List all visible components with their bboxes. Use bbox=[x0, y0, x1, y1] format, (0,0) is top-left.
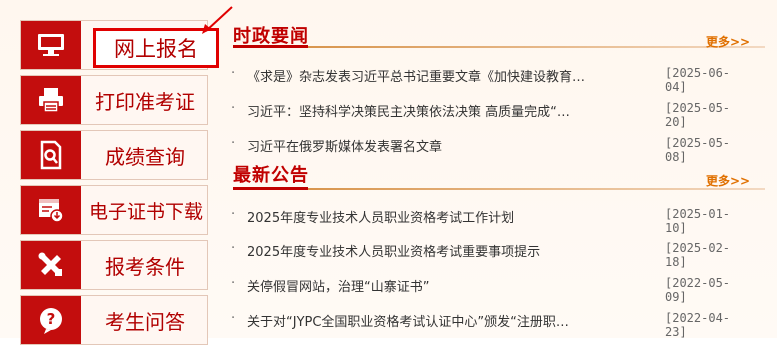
bullet: · bbox=[231, 276, 236, 291]
menu-label-candidate-qa: 考生问答 bbox=[105, 309, 185, 334]
bullet: · bbox=[231, 101, 236, 116]
news-date: [2025-05-20] bbox=[665, 101, 731, 129]
notice-row[interactable]: · 2025年度专业技术人员职业资格考试工作计划 [2025-01-10] bbox=[231, 207, 751, 235]
section-title-notices: 最新公告 bbox=[233, 165, 309, 186]
menu-item-print-admission-ticket[interactable]: 打印准考证 bbox=[20, 75, 208, 125]
menu-label-score-query: 成绩查询 bbox=[105, 144, 185, 169]
news-row[interactable]: · 习近平在俄罗斯媒体发表署名文章 [2025-05-08] bbox=[231, 136, 751, 164]
menu-item-application-requirements[interactable]: 报考条件 bbox=[20, 240, 208, 290]
monitor-icon bbox=[21, 21, 81, 69]
news-date: [2025-05-08] bbox=[665, 136, 731, 164]
news-title[interactable]: 习近平：坚持科学决策民主决策依法决策 高质量完成“… bbox=[247, 101, 667, 120]
menu-item-score-query[interactable]: 成绩查询 bbox=[20, 130, 208, 180]
menu-item-certificate-download[interactable]: 电子证书下载 bbox=[20, 185, 208, 235]
notice-title[interactable]: 关停假冒网站，治理“山寨证书” bbox=[247, 276, 667, 295]
more-link-notices[interactable]: 更多>> bbox=[706, 172, 750, 189]
news-date: [2025-06-04] bbox=[665, 66, 731, 94]
menu-label-print-admission-ticket: 打印准考证 bbox=[95, 89, 195, 114]
certificate-download-icon bbox=[21, 186, 81, 234]
menu-item-online-registration[interactable]: 网上报名 bbox=[20, 20, 219, 70]
news-row[interactable]: · 《求是》杂志发表习近平总书记重要文章《加快建设教育… [2025-06-04… bbox=[231, 66, 751, 94]
svg-text:?: ? bbox=[47, 310, 56, 328]
section-divider-politics bbox=[233, 46, 765, 48]
menu-label-certificate-download: 电子证书下载 bbox=[88, 200, 203, 223]
section-title-underline-politics bbox=[233, 45, 308, 48]
news-title[interactable]: 《求是》杂志发表习近平总书记重要文章《加快建设教育… bbox=[247, 66, 667, 85]
section-divider-notices bbox=[233, 188, 765, 190]
annotation-arrow-icon bbox=[202, 6, 233, 34]
bullet: · bbox=[231, 207, 236, 222]
question-icon: ? bbox=[21, 296, 81, 344]
bullet: · bbox=[231, 136, 236, 151]
tools-icon bbox=[21, 241, 81, 289]
notice-date: [2022-05-09] bbox=[665, 276, 731, 304]
notice-date: [2025-02-18] bbox=[665, 241, 731, 269]
news-row[interactable]: · 习近平：坚持科学决策民主决策依法决策 高质量完成“… [2025-05-20… bbox=[231, 101, 751, 129]
bullet: · bbox=[231, 311, 236, 326]
notice-title[interactable]: 2025年度专业技术人员职业资格考试工作计划 bbox=[247, 207, 667, 226]
news-title[interactable]: 习近平在俄罗斯媒体发表署名文章 bbox=[247, 136, 667, 155]
notice-date: [2025-01-10] bbox=[665, 207, 731, 235]
bullet: · bbox=[231, 66, 236, 81]
notice-row[interactable]: · 关停假冒网站，治理“山寨证书” [2022-05-09] bbox=[231, 276, 751, 304]
document-search-icon bbox=[21, 131, 81, 179]
notice-title[interactable]: 关于对“JYPC全国职业资格考试认证中心”颁发“注册职… bbox=[247, 311, 667, 330]
menu-label-online-registration: 网上报名 bbox=[114, 37, 198, 61]
menu-label-application-requirements: 报考条件 bbox=[105, 254, 185, 279]
notice-row[interactable]: · 2025年度专业技术人员职业资格考试重要事项提示 [2025-02-18] bbox=[231, 241, 751, 269]
notice-title[interactable]: 2025年度专业技术人员职业资格考试重要事项提示 bbox=[247, 241, 667, 260]
notice-date: [2022-04-23] bbox=[665, 311, 731, 339]
printer-icon bbox=[21, 76, 81, 124]
notice-row[interactable]: · 关于对“JYPC全国职业资格考试认证中心”颁发“注册职… [2022-04-… bbox=[231, 311, 751, 339]
more-link-politics[interactable]: 更多>> bbox=[706, 33, 750, 50]
bullet: · bbox=[231, 241, 236, 256]
section-title-underline-notices bbox=[233, 187, 308, 190]
